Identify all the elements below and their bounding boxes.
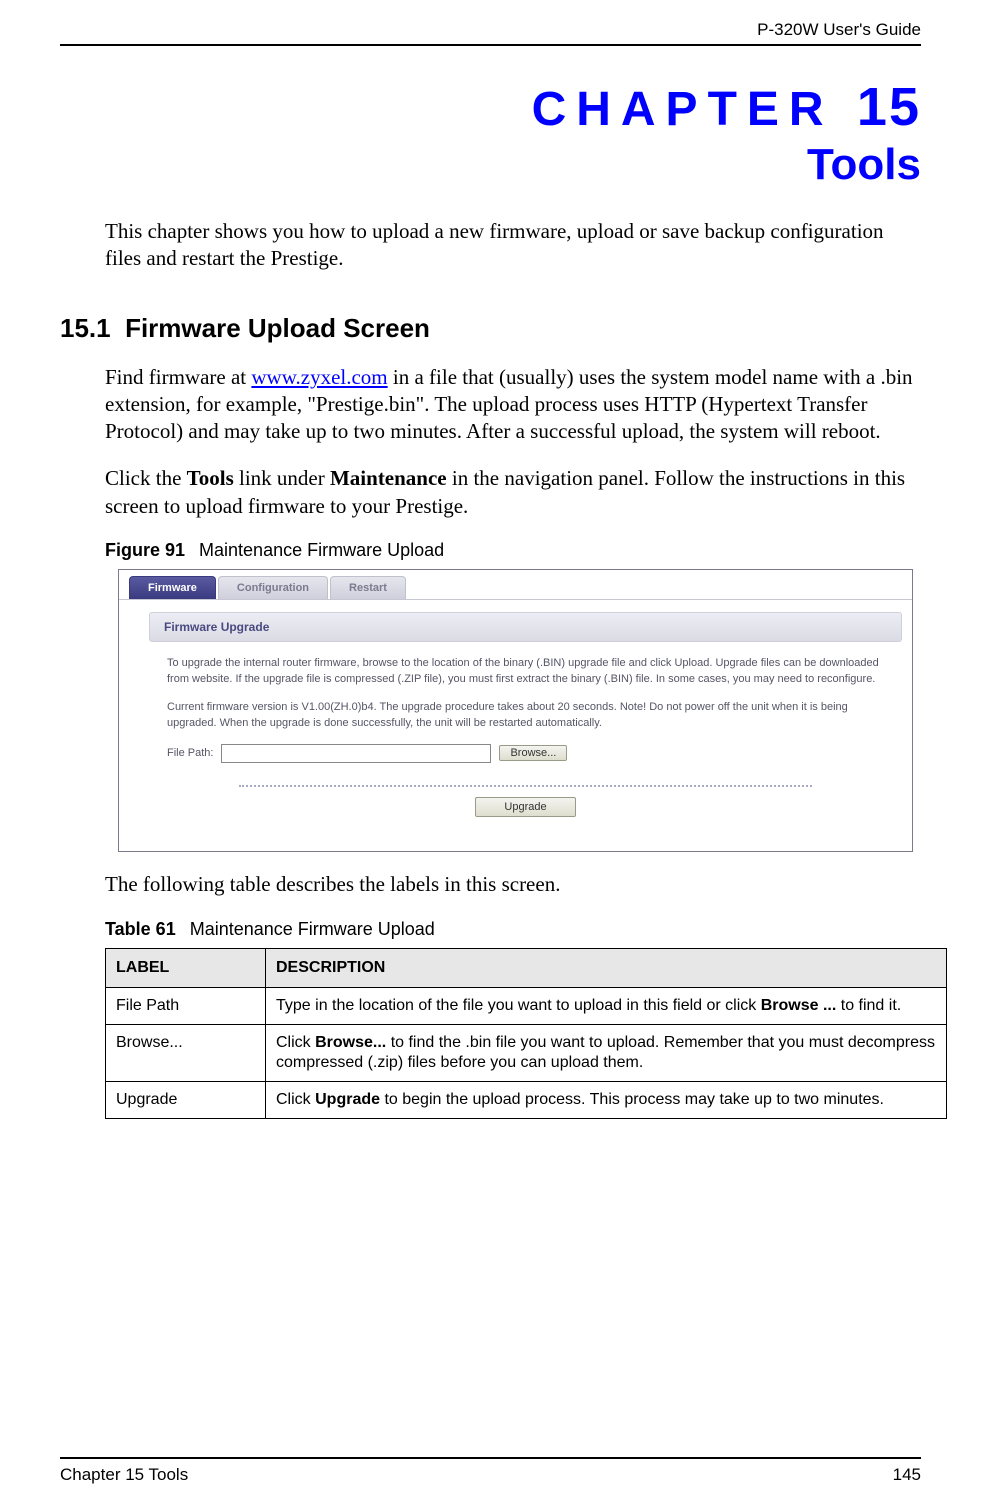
desc-bold: Browse... [315, 1034, 386, 1051]
para2-bold1: Tools [187, 466, 234, 490]
header-rule [60, 44, 921, 46]
chapter-label: CHAPTER 15 [60, 76, 921, 138]
file-path-label: File Path: [167, 747, 213, 759]
after-figure-text: The following table describes the labels… [105, 872, 921, 897]
table-row: Browse... Click Browse... to find the .b… [106, 1024, 947, 1081]
cell-desc: Click Browse... to find the .bin file yo… [266, 1024, 947, 1081]
desc-post: to begin the upload process. This proces… [380, 1091, 884, 1108]
table-firmware-upload: LABEL DESCRIPTION File Path Type in the … [105, 948, 947, 1119]
cell-label: Browse... [106, 1024, 266, 1081]
cell-label: File Path [106, 987, 266, 1024]
cell-desc: Type in the location of the file you wan… [266, 987, 947, 1024]
section-heading: 15.1 Firmware Upload Screen [60, 313, 921, 344]
desc-post: to find it. [836, 997, 901, 1014]
tab-restart[interactable]: Restart [330, 576, 406, 599]
panel-body: Firmware Upgrade To upgrade the internal… [119, 600, 912, 851]
chapter-title: Tools [60, 140, 921, 190]
footer-rule [60, 1457, 921, 1459]
table-number: Table 61 [105, 919, 176, 939]
th-label: LABEL [106, 948, 266, 987]
browse-button[interactable]: Browse... [499, 745, 567, 761]
desc-bold: Browse ... [761, 997, 837, 1014]
figure-number: Figure 91 [105, 540, 185, 560]
panel-text-1: To upgrade the internal router firmware,… [167, 656, 884, 688]
table-caption: Table 61 Maintenance Firmware Upload [105, 919, 921, 940]
file-path-row: File Path: Browse... [167, 744, 884, 763]
header-guide-title: P-320W User's Guide [60, 20, 921, 40]
desc-pre: Click [276, 1091, 315, 1108]
figure-title: Maintenance Firmware Upload [199, 540, 444, 560]
para2-a: Click the [105, 466, 187, 490]
para2-b: link under [234, 466, 330, 490]
table-row: File Path Type in the location of the fi… [106, 987, 947, 1024]
desc-pre: Type in the location of the file you wan… [276, 997, 761, 1014]
table-header-row: LABEL DESCRIPTION [106, 948, 947, 987]
footer-left: Chapter 15 Tools [60, 1465, 188, 1485]
section-number: 15.1 [60, 313, 111, 343]
section-title: Firmware Upload Screen [125, 313, 430, 343]
zyxel-link[interactable]: www.zyxel.com [251, 365, 387, 389]
tab-bar: Firmware Configuration Restart [119, 570, 912, 600]
footer-row: Chapter 15 Tools 145 [60, 1465, 921, 1485]
desc-bold: Upgrade [315, 1091, 380, 1108]
chapter-number: 15 [857, 77, 921, 137]
page-footer: Chapter 15 Tools 145 [60, 1457, 921, 1485]
chapter-word: CHAPTER [532, 83, 834, 136]
tab-configuration[interactable]: Configuration [218, 576, 328, 599]
upgrade-row: Upgrade [149, 797, 902, 817]
panel-title: Firmware Upgrade [149, 612, 902, 642]
para2-bold2: Maintenance [330, 466, 447, 490]
screenshot-firmware-upload: Firmware Configuration Restart Firmware … [118, 569, 913, 852]
cell-desc: Click Upgrade to begin the upload proces… [266, 1081, 947, 1118]
desc-pre: Click [276, 1034, 315, 1051]
file-path-input[interactable] [221, 744, 491, 763]
table-title: Maintenance Firmware Upload [190, 919, 435, 939]
intro-paragraph: This chapter shows you how to upload a n… [105, 218, 921, 273]
footer-page-number: 145 [893, 1465, 921, 1485]
paragraph-firmware-find: Find firmware at www.zyxel.com in a file… [105, 364, 921, 446]
para1-a: Find firmware at [105, 365, 251, 389]
figure-caption: Figure 91 Maintenance Firmware Upload [105, 540, 921, 561]
th-description: DESCRIPTION [266, 948, 947, 987]
tab-firmware[interactable]: Firmware [129, 576, 216, 599]
paragraph-instructions: Click the Tools link under Maintenance i… [105, 465, 921, 520]
panel-text-2: Current firmware version is V1.00(ZH.0)b… [167, 700, 884, 732]
upgrade-button[interactable]: Upgrade [475, 797, 575, 817]
divider-dotted [239, 785, 812, 787]
cell-label: Upgrade [106, 1081, 266, 1118]
table-row: Upgrade Click Upgrade to begin the uploa… [106, 1081, 947, 1118]
